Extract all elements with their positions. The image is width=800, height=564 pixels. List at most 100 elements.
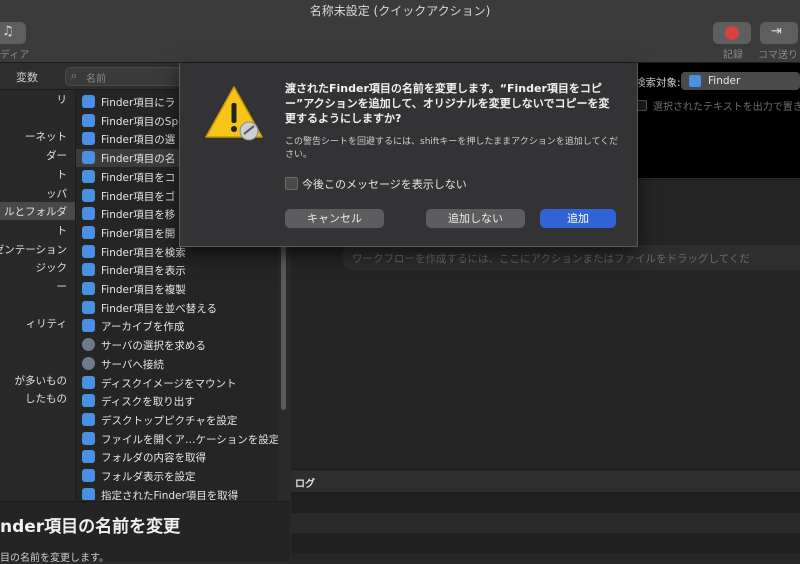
music-note-icon: ♫ <box>2 24 14 39</box>
category-item[interactable] <box>0 352 75 370</box>
category-item[interactable] <box>0 109 75 127</box>
action-item[interactable]: Finder項目を表示 <box>76 261 278 279</box>
suppress-checkbox[interactable] <box>285 177 298 190</box>
finder-icon <box>82 412 95 426</box>
search-placeholder: 名前 <box>86 74 106 85</box>
window-titlebar: 名称未設定 (クイックアクション) ♫ ディア 記録 ⇥ コマ送り <box>0 0 800 63</box>
finder-icon <box>82 132 95 146</box>
suppress-label[interactable]: 今後このメッセージを表示しない <box>302 176 467 192</box>
action-description: nder項目の名前を変更 目の名前を変更します。 <box>0 501 290 564</box>
category-item[interactable]: ー <box>0 277 75 295</box>
action-label: ディスクを取り出す <box>101 396 195 409</box>
action-label: サーバの選択を求める <box>101 340 206 353</box>
category-item[interactable]: ゼンテーション <box>0 240 75 258</box>
target-value: Finder <box>708 75 741 87</box>
category-item[interactable]: ト <box>0 221 75 239</box>
variables-tab[interactable]: 変数 <box>16 69 38 85</box>
finder-icon <box>82 263 95 277</box>
step-forward-icon: ⇥ <box>771 24 782 39</box>
finder-icon <box>82 375 95 389</box>
log-row <box>291 513 800 533</box>
action-label: Finder項目の選 <box>101 134 176 147</box>
finder-icon <box>82 225 95 239</box>
action-label: 指定されたFinder項目を取得 <box>101 489 239 500</box>
category-item[interactable]: ダー <box>0 146 75 164</box>
finder-icon <box>82 394 95 408</box>
action-item[interactable]: Finder項目を並べ替える <box>76 299 278 317</box>
warning-icon <box>205 86 263 141</box>
category-item[interactable]: したもの <box>0 389 75 407</box>
category-item[interactable]: ーネット <box>0 127 75 145</box>
globe-icon <box>82 338 95 352</box>
action-item[interactable]: ファイルを開くア…ケーションを設定 <box>76 430 278 448</box>
action-label: アーカイブを作成 <box>101 321 185 334</box>
action-item[interactable]: デスクトップピクチャを設定 <box>76 411 278 429</box>
media-label: ディア <box>0 50 30 61</box>
log-row <box>291 533 800 553</box>
action-label: Finder項目を複製 <box>101 284 186 296</box>
record-icon <box>725 26 739 40</box>
log-panel: ログ <box>291 469 800 561</box>
finder-icon <box>82 450 95 464</box>
finder-icon <box>689 75 701 87</box>
action-label: サーバへ接続 <box>101 358 164 371</box>
finder-icon <box>82 469 95 482</box>
action-label: Finder項目を並べ替える <box>101 302 217 315</box>
action-item[interactable]: フォルダ表示を設定 <box>76 467 278 485</box>
scrollbar-thumb[interactable] <box>281 240 286 410</box>
alert-sheet: 渡されたFinder項目の名前を変更します。“Finder項目をコピー”アクショ… <box>179 63 638 247</box>
action-label: Finder項目をゴ <box>101 190 176 203</box>
category-item[interactable] <box>0 333 75 351</box>
action-label: Finder項目を検索 <box>101 246 186 259</box>
action-label: Finder項目を移 <box>101 209 176 222</box>
action-label: ディスクイメージをマウント <box>101 377 237 390</box>
finder-icon <box>82 282 95 295</box>
category-item[interactable]: リ <box>0 90 75 108</box>
category-item[interactable]: ィリティ <box>0 314 75 332</box>
action-item[interactable]: ディスクを取り出す <box>76 392 278 410</box>
finder-icon <box>82 431 95 445</box>
action-label: フォルダ表示を設定 <box>101 471 196 483</box>
action-item[interactable]: 指定されたFinder項目を取得 <box>76 486 278 500</box>
action-label: Finder項目のSp <box>101 115 179 128</box>
action-label: デスクトップピクチャを設定 <box>101 414 238 427</box>
action-item[interactable]: Finder項目を複製 <box>76 280 278 298</box>
dont-add-button[interactable]: 追加しない <box>426 209 525 228</box>
category-label: ルとフォルダ <box>4 206 67 219</box>
action-label: Finder項目を開 <box>101 227 176 240</box>
category-item[interactable]: ルとフォルダ <box>0 202 75 221</box>
finder-icon <box>82 113 95 127</box>
category-item[interactable]: ジック <box>0 258 75 276</box>
finder-icon <box>82 188 95 202</box>
action-item[interactable]: サーバへ接続 <box>76 355 278 373</box>
action-label: Finder項目を表示 <box>101 265 186 278</box>
alert-title: 渡されたFinder項目の名前を変更します。“Finder項目をコピー”アクショ… <box>285 82 610 125</box>
category-item[interactable] <box>0 296 75 314</box>
category-label: ト <box>56 168 68 181</box>
record-button[interactable] <box>713 22 751 44</box>
finder-icon <box>82 487 95 500</box>
action-item[interactable]: アーカイブを作成 <box>76 317 278 335</box>
action-label: Finder項目にラ <box>101 97 176 109</box>
target-select[interactable]: Finder <box>681 72 800 90</box>
step-label: コマ送り <box>758 50 798 61</box>
add-button[interactable]: 追加 <box>540 209 616 228</box>
media-button[interactable]: ♫ <box>0 22 26 44</box>
action-item[interactable]: サーバの選択を求める <box>76 336 278 354</box>
cancel-button[interactable]: キャンセル <box>285 209 384 228</box>
log-title: ログ <box>295 479 315 490</box>
category-item[interactable]: ッパ <box>0 184 75 202</box>
finder-icon <box>82 207 95 221</box>
action-item[interactable]: ディスクイメージをマウント <box>76 374 278 392</box>
step-button[interactable]: ⇥ <box>760 22 798 44</box>
finder-icon <box>82 151 95 165</box>
target-label: 検索対象: <box>635 77 681 89</box>
category-label: ト <box>56 224 68 237</box>
finder-icon <box>82 319 95 333</box>
action-item[interactable]: フォルダの内容を取得 <box>76 448 278 466</box>
search-icon: ⌕ <box>71 69 78 82</box>
category-item[interactable]: ト <box>0 165 75 183</box>
category-label: ゼンテーション <box>0 243 67 256</box>
category-item[interactable]: が多いもの <box>0 371 75 389</box>
category-list: リーネット ダートッパ ルとフォルダトゼンテーション ジックーィリティ が多いもの したも… <box>0 90 76 500</box>
